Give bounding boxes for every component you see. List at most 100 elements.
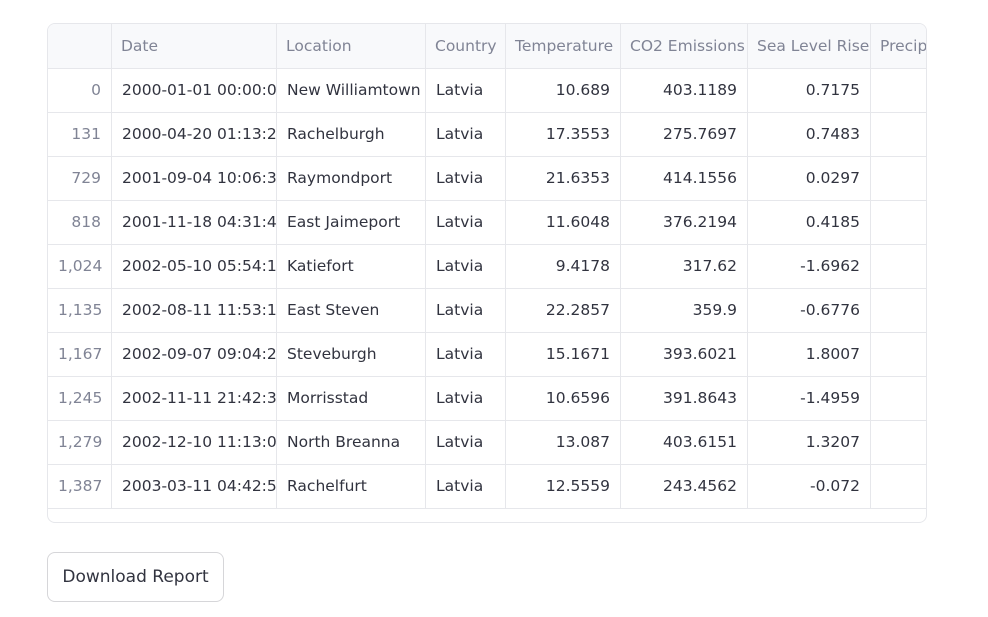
country-cell[interactable]: Latvia (426, 289, 506, 332)
location-cell[interactable]: Katiefort (277, 245, 426, 288)
row-index[interactable]: 1,387 (48, 465, 112, 508)
temperature-cell[interactable]: 9.4178 (506, 245, 621, 288)
download-report-button[interactable]: Download Report (47, 552, 224, 602)
row-index[interactable]: 1,167 (48, 333, 112, 376)
location-cell[interactable]: North Breanna (277, 421, 426, 464)
table-row[interactable]: 1,024 2002-05-10 05:54:16 Katiefort Latvia 9… (48, 245, 926, 289)
precip-cell[interactable]: 6 (871, 157, 926, 200)
table-row[interactable]: 1,167 2002-09-07 09:04:22 Steveburgh Latvia… (48, 333, 926, 377)
country-cell[interactable]: Latvia (426, 377, 506, 420)
sea-level-rise-cell[interactable]: 0.4185 (748, 201, 871, 244)
precip-cell[interactable] (871, 113, 926, 156)
temperature-cell[interactable]: 21.6353 (506, 157, 621, 200)
co2-emissions-cell[interactable]: 275.7697 (621, 113, 748, 156)
row-index[interactable]: 0 (48, 69, 112, 112)
precip-cell[interactable]: 5 (871, 421, 926, 464)
co2-emissions-cell[interactable]: 359.9 (621, 289, 748, 332)
co2-emissions-cell[interactable]: 403.6151 (621, 421, 748, 464)
sea-level-rise-cell[interactable]: -1.4959 (748, 377, 871, 420)
temperature-cell[interactable]: 10.6596 (506, 377, 621, 420)
row-index[interactable]: 131 (48, 113, 112, 156)
column-header-temperature[interactable]: Temperature (506, 24, 621, 68)
precip-cell[interactable]: 1 (871, 69, 926, 112)
column-header-sea-level-rise[interactable]: Sea Level Rise (748, 24, 871, 68)
co2-emissions-cell[interactable]: 317.62 (621, 245, 748, 288)
precip-cell[interactable]: 3 (871, 201, 926, 244)
date-cell[interactable]: 2002-08-11 11:53:18 (112, 289, 277, 332)
column-header-index[interactable] (48, 24, 112, 68)
date-cell[interactable]: 2000-04-20 01:13:26 (112, 113, 277, 156)
table-row[interactable]: 1,279 2002-12-10 11:13:07 North Breanna Lat… (48, 421, 926, 465)
date-cell[interactable]: 2001-11-18 04:31:45 (112, 201, 277, 244)
column-header-co2-emissions[interactable]: CO2 Emissions (621, 24, 748, 68)
country-cell[interactable]: Latvia (426, 157, 506, 200)
sea-level-rise-cell[interactable]: -1.6962 (748, 245, 871, 288)
sea-level-rise-cell[interactable]: -0.6776 (748, 289, 871, 332)
table-row[interactable]: 1,245 2002-11-11 21:42:36 Morrisstad Latvia… (48, 377, 926, 421)
date-cell[interactable]: 2003-03-11 04:42:59 (112, 465, 277, 508)
column-header-date[interactable]: Date (112, 24, 277, 68)
table-row[interactable]: 1,387 2003-03-11 04:42:59 Rachelfurt Latvia… (48, 465, 926, 509)
precip-cell[interactable]: 4 (871, 377, 926, 420)
row-index[interactable]: 818 (48, 201, 112, 244)
date-cell[interactable]: 2002-11-11 21:42:36 (112, 377, 277, 420)
sea-level-rise-cell[interactable]: 0.0297 (748, 157, 871, 200)
country-cell[interactable]: Latvia (426, 465, 506, 508)
precip-cell[interactable]: 1 (871, 245, 926, 288)
sea-level-rise-cell[interactable]: 1.3207 (748, 421, 871, 464)
date-cell[interactable]: 2000-01-01 00:00:00 (112, 69, 277, 112)
precip-cell[interactable]: 4 (871, 465, 926, 508)
temperature-cell[interactable]: 12.5559 (506, 465, 621, 508)
country-cell[interactable]: Latvia (426, 113, 506, 156)
column-header-country[interactable]: Country (426, 24, 506, 68)
sea-level-rise-cell[interactable]: 1.8007 (748, 333, 871, 376)
precip-cell[interactable]: 4 (871, 289, 926, 332)
table-row[interactable]: 0 2000-01-01 00:00:00 New Williamtown Latvi… (48, 69, 926, 113)
location-cell[interactable]: Rachelburgh (277, 113, 426, 156)
temperature-cell[interactable]: 10.689 (506, 69, 621, 112)
temperature-cell[interactable]: 13.087 (506, 421, 621, 464)
location-cell[interactable]: East Jaimeport (277, 201, 426, 244)
row-index[interactable]: 1,279 (48, 421, 112, 464)
sea-level-rise-cell[interactable]: 0.7483 (748, 113, 871, 156)
precip-cell[interactable]: 6 (871, 333, 926, 376)
country-cell[interactable]: Latvia (426, 245, 506, 288)
column-header-location[interactable]: Location (277, 24, 426, 68)
temperature-cell[interactable]: 22.2857 (506, 289, 621, 332)
location-cell[interactable]: East Steven (277, 289, 426, 332)
date-cell[interactable]: 2002-05-10 05:54:16 (112, 245, 277, 288)
row-index[interactable]: 1,245 (48, 377, 112, 420)
table-row[interactable]: 818 2001-11-18 04:31:45 East Jaimeport Latv… (48, 201, 926, 245)
temperature-cell[interactable]: 17.3553 (506, 113, 621, 156)
table-row[interactable]: 729 2001-09-04 10:06:35 Raymondport Latvia 2… (48, 157, 926, 201)
co2-emissions-cell[interactable]: 376.2194 (621, 201, 748, 244)
column-header-precip[interactable]: Precip (871, 24, 926, 68)
co2-emissions-cell[interactable]: 391.8643 (621, 377, 748, 420)
sea-level-rise-cell[interactable]: -0.072 (748, 465, 871, 508)
location-cell[interactable]: Rachelfurt (277, 465, 426, 508)
country-cell[interactable]: Latvia (426, 201, 506, 244)
row-index[interactable]: 1,024 (48, 245, 112, 288)
temperature-cell[interactable]: 11.6048 (506, 201, 621, 244)
temperature-cell[interactable]: 15.1671 (506, 333, 621, 376)
location-cell[interactable]: New Williamtown (277, 69, 426, 112)
co2-emissions-cell[interactable]: 243.4562 (621, 465, 748, 508)
data-table[interactable]: Date Location Country Temperature CO2 Em… (47, 23, 927, 523)
sea-level-rise-cell[interactable]: 0.7175 (748, 69, 871, 112)
date-cell[interactable]: 2002-12-10 11:13:07 (112, 421, 277, 464)
co2-emissions-cell[interactable]: 393.6021 (621, 333, 748, 376)
location-cell[interactable]: Steveburgh (277, 333, 426, 376)
date-cell[interactable]: 2002-09-07 09:04:22 (112, 333, 277, 376)
country-cell[interactable]: Latvia (426, 421, 506, 464)
row-index[interactable]: 1,135 (48, 289, 112, 332)
co2-emissions-cell[interactable]: 403.1189 (621, 69, 748, 112)
row-index[interactable]: 729 (48, 157, 112, 200)
location-cell[interactable]: Raymondport (277, 157, 426, 200)
co2-emissions-cell[interactable]: 414.1556 (621, 157, 748, 200)
location-cell[interactable]: Morrisstad (277, 377, 426, 420)
table-row[interactable]: 1,135 2002-08-11 11:53:18 East Steven Latvi… (48, 289, 926, 333)
table-row[interactable]: 131 2000-04-20 01:13:26 Rachelburgh Latvia 1… (48, 113, 926, 157)
country-cell[interactable]: Latvia (426, 69, 506, 112)
date-cell[interactable]: 2001-09-04 10:06:35 (112, 157, 277, 200)
country-cell[interactable]: Latvia (426, 333, 506, 376)
